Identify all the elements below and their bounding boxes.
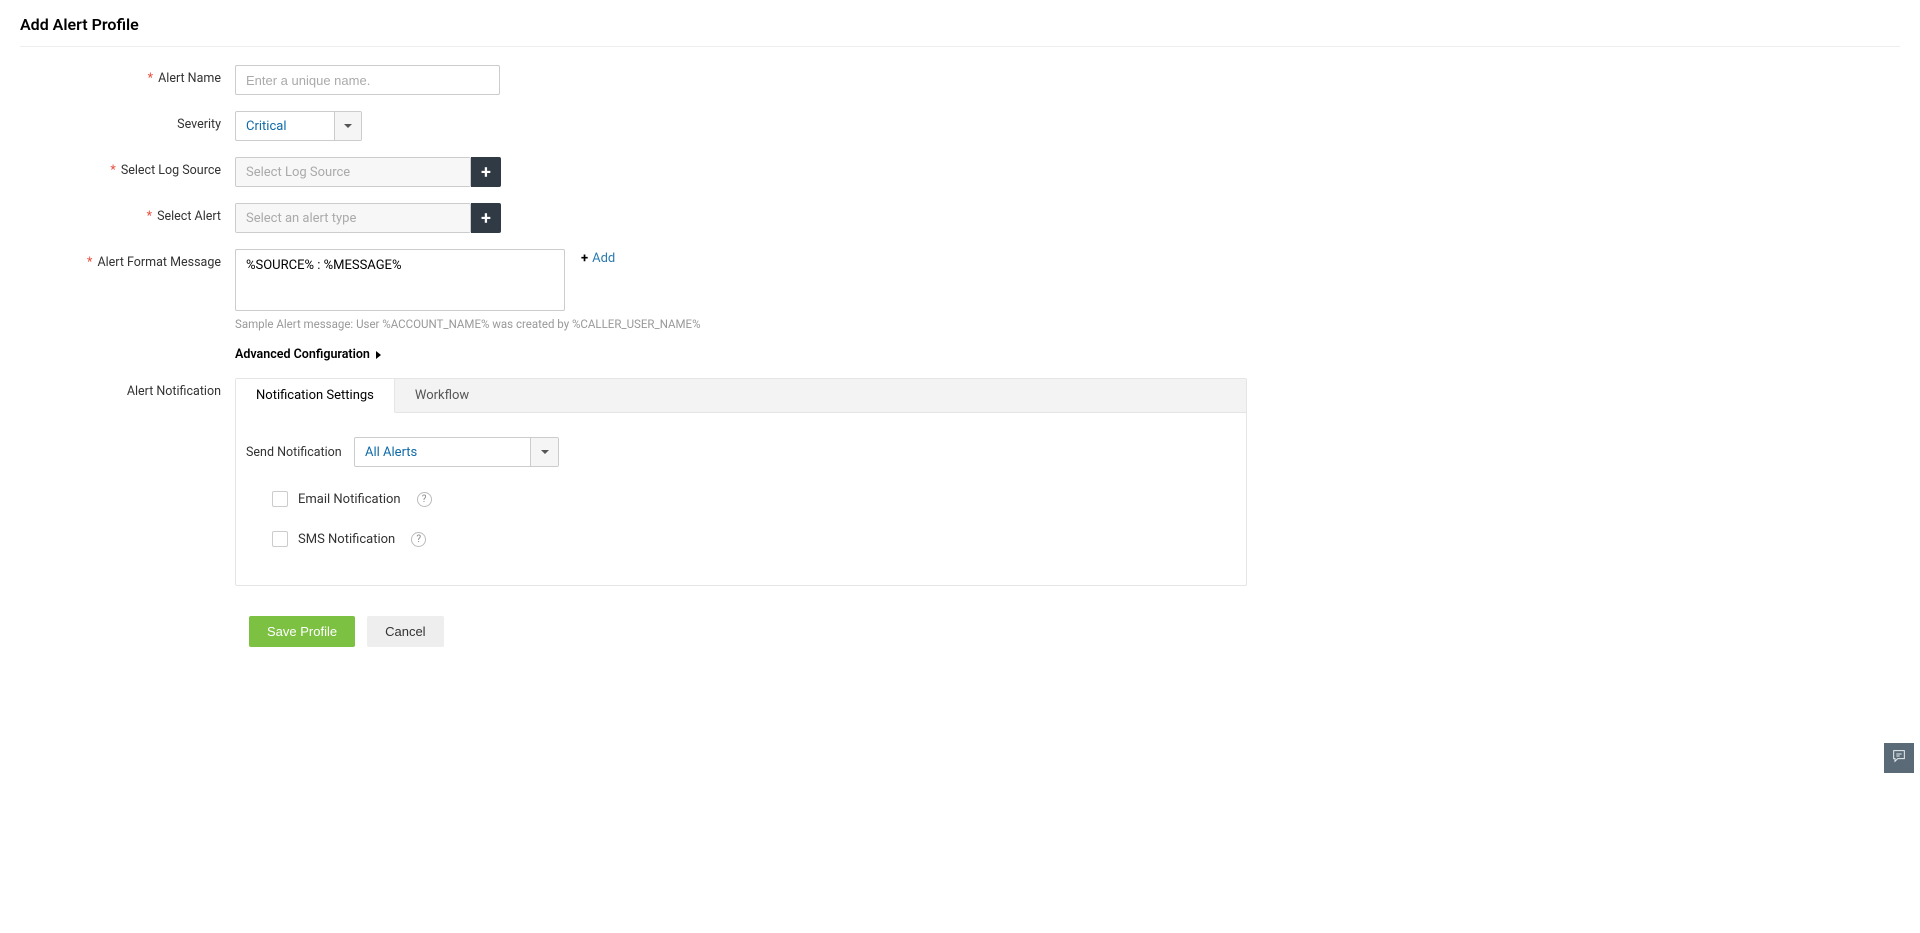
save-profile-button[interactable]: Save Profile (249, 616, 355, 647)
chevron-down-icon (530, 438, 558, 466)
notification-panel: Notification Settings Workflow Send Noti… (235, 378, 1247, 586)
label-severity-text: Severity (177, 117, 221, 132)
format-message-hint: Sample Alert message: User %ACCOUNT_NAME… (235, 317, 701, 331)
add-alert-button[interactable]: + (471, 203, 501, 233)
chevron-down-icon (334, 112, 361, 140)
log-source-select[interactable]: Select Log Source (235, 157, 471, 187)
label-select-alert: * Select Alert (20, 203, 235, 224)
label-alert-notification: Alert Notification (20, 378, 235, 399)
label-severity: Severity (20, 111, 235, 132)
chat-icon (1891, 748, 1907, 768)
tab-notification-settings[interactable]: Notification Settings (236, 379, 395, 413)
plus-icon: + (481, 208, 491, 229)
label-alert-name-text: Alert Name (158, 71, 221, 86)
label-log-source-text: Select Log Source (121, 163, 221, 178)
tab-header: Notification Settings Workflow (236, 379, 1246, 413)
send-notification-value: All Alerts (355, 438, 530, 466)
alert-type-placeholder: Select an alert type (236, 204, 470, 232)
caret-right-icon (376, 351, 381, 359)
format-message-input[interactable] (235, 249, 565, 311)
label-alert-name: * Alert Name (20, 65, 235, 86)
label-format-message: * Alert Format Message (20, 249, 235, 270)
severity-value: Critical (236, 112, 334, 140)
advanced-config-toggle[interactable]: Advanced Configuration (235, 347, 381, 362)
plus-icon: + (481, 162, 491, 183)
required-marker: * (110, 163, 115, 178)
label-alert-notification-text: Alert Notification (127, 384, 221, 399)
log-source-placeholder: Select Log Source (236, 158, 470, 186)
feedback-button[interactable] (1884, 743, 1914, 773)
row-advanced-config: Advanced Configuration (20, 347, 1900, 362)
row-send-notification: Send Notification All Alerts (246, 437, 1236, 467)
email-notification-label: Email Notification (298, 492, 401, 507)
advanced-config-label: Advanced Configuration (235, 347, 370, 362)
page-title: Add Alert Profile (20, 15, 1900, 34)
row-alert-notification: Alert Notification Notification Settings… (20, 378, 1900, 586)
row-severity: Severity Critical (20, 111, 1900, 141)
add-link-text: Add (592, 251, 615, 266)
title-divider (20, 46, 1900, 47)
email-notification-checkbox[interactable] (272, 491, 288, 507)
plus-icon: + (581, 251, 588, 266)
required-marker: * (87, 255, 92, 270)
send-notification-select[interactable]: All Alerts (354, 437, 559, 467)
row-email-notification: Email Notification ? (272, 491, 1236, 507)
row-log-source: * Select Log Source Select Log Source + (20, 157, 1900, 187)
row-select-alert: * Select Alert Select an alert type + (20, 203, 1900, 233)
help-icon[interactable]: ? (417, 492, 432, 507)
add-log-source-button[interactable]: + (471, 157, 501, 187)
label-format-message-text: Alert Format Message (97, 255, 221, 270)
row-alert-name: * Alert Name (20, 65, 1900, 95)
sms-notification-checkbox[interactable] (272, 531, 288, 547)
required-marker: * (147, 209, 152, 224)
sms-notification-label: SMS Notification (298, 532, 395, 547)
required-marker: * (148, 71, 153, 86)
help-icon[interactable]: ? (411, 532, 426, 547)
row-sms-notification: SMS Notification ? (272, 531, 1236, 547)
alert-type-select[interactable]: Select an alert type (235, 203, 471, 233)
cancel-button[interactable]: Cancel (367, 616, 443, 647)
row-format-message: * Alert Format Message + Add Sample Aler… (20, 249, 1900, 331)
label-log-source: * Select Log Source (20, 157, 235, 178)
severity-select[interactable]: Critical (235, 111, 362, 141)
tab-body: Send Notification All Alerts Email Notif… (236, 413, 1246, 585)
button-row: Save Profile Cancel (249, 616, 1900, 647)
tab-workflow[interactable]: Workflow (395, 379, 489, 412)
label-select-alert-text: Select Alert (157, 209, 221, 224)
label-send-notification: Send Notification (246, 445, 354, 460)
alert-name-input[interactable] (235, 65, 500, 95)
add-variable-link[interactable]: + Add (581, 249, 615, 266)
